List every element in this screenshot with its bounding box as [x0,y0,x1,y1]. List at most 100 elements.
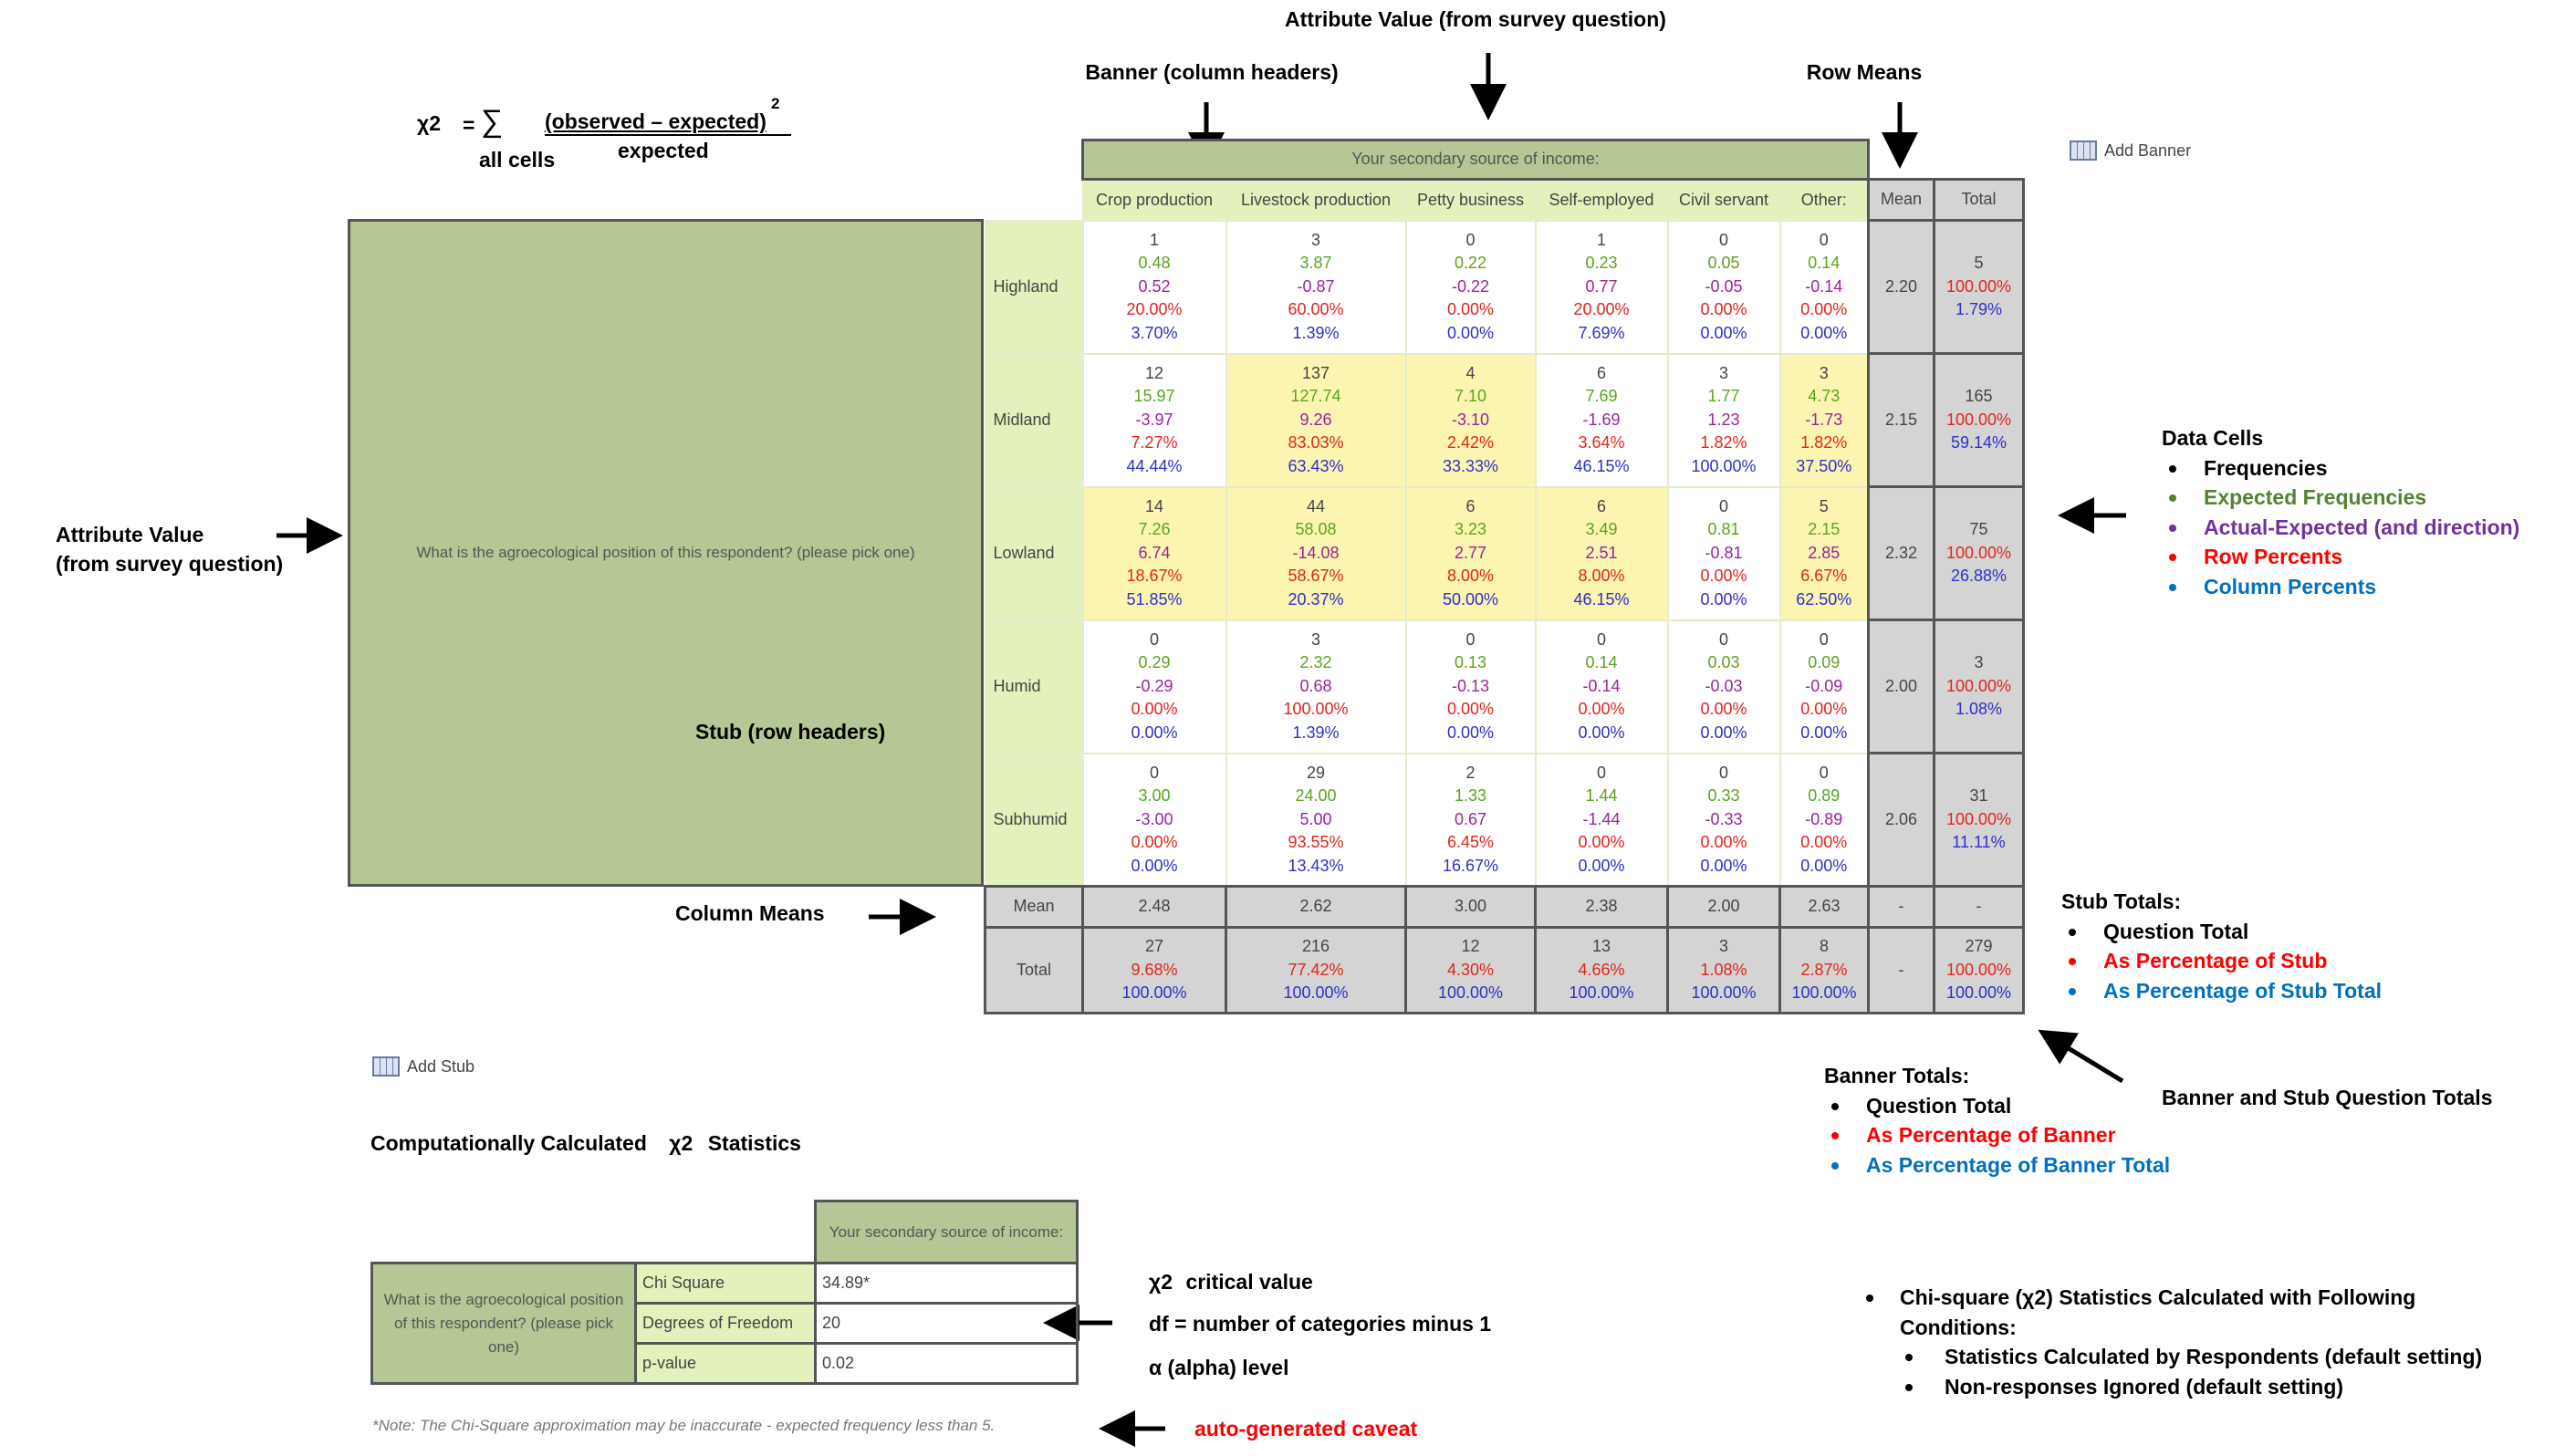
cell-value-1: 0.89 [1808,786,1841,805]
cell-value-2: 0.68 [1299,676,1332,695]
row-total-value-0: 31 [1969,786,1988,806]
cell-value-2: -1.44 [1582,809,1621,828]
data-cell: 0 0.05 -0.05 0.00% 0.00% [1666,219,1781,355]
row-total: 31 100.00% 11.11% [1933,752,2025,888]
column-total-value-0: 27 [1144,937,1164,956]
cell-value-0: 1 [1149,230,1159,249]
grand-total-value-1: 100.00% [1945,960,2012,979]
data-cell: 6 7.69 -1.69 3.64% 46.15% [1534,352,1669,488]
annotation-attribute-value-left: Attribute Value (from survey question) [56,523,284,576]
cell-value-1: 127.74 [1290,387,1341,406]
cell-value-4: 0.00% [1578,856,1625,875]
chi-square-value: 34.89* [814,1262,1079,1305]
cell-value-3: 18.67% [1126,567,1183,586]
column-total-value-2: 100.00% [1121,983,1187,1003]
row-total: 75 100.00% 26.88% [1933,485,2025,621]
cell-value-4: 7.69% [1578,323,1625,342]
legend-title: Data Cells [2162,426,2264,450]
cell-value-4: 13.43% [1288,856,1344,875]
add-stub-button[interactable]: Add Stub [372,1056,474,1076]
cell-value-4: 46.15% [1573,456,1630,475]
formula-sum-under: all cells [479,148,556,172]
cell-value-2: 0.77 [1585,276,1618,296]
cell-value-4: 0.00% [1578,723,1625,742]
bullet-icon [1831,1132,1839,1139]
computed-stats-label: Computationally Calculated [370,1131,647,1155]
total-row-label: Total [984,926,1084,1014]
annotation-alpha: α (alpha) level [1149,1356,1289,1379]
cell-value-2: -0.09 [1805,676,1843,695]
legend-item-label: Question Total [1866,1093,2012,1118]
row-total-value-1: 100.00% [1945,543,2012,562]
column-mean: 2.63 [1778,885,1870,929]
data-cell: 0 0.13 -0.13 0.00% 0.00% [1404,619,1537,754]
table-grid-icon [372,1056,400,1076]
bullet-icon [2169,554,2176,561]
cell-value-4: 0.00% [1446,723,1495,742]
cell-value-0: 0 [1718,496,1728,515]
annotation-attribute-value-top: Attribute Value (from survey question) [1285,7,1666,31]
cell-value-3: 100.00% [1283,700,1349,719]
add-banner-button[interactable]: Add Banner [2070,140,2191,161]
cell-value-3: 8.00% [1578,567,1625,586]
row-header: Lowland [984,485,1084,621]
cell-value-0: 0 [1819,629,1829,649]
cell-value-2: -0.05 [1705,276,1743,296]
cell-value-3: 1.82% [1700,433,1747,452]
cell-value-4: 100.00% [1691,456,1757,475]
legend-item: Question Total [2061,917,2382,947]
data-cell: 0 0.33 -0.33 0.00% 0.00% [1666,752,1781,888]
cell-value-2: 0.67 [1454,809,1487,828]
column-header: Self-employed [1534,178,1669,222]
grand-total-value-2: 100.00% [1945,983,2012,1003]
row-total-value-2: 11.11% [1952,833,2006,852]
cell-value-4: 0.00% [1800,856,1848,875]
cell-value-3: 3.64% [1578,433,1625,452]
cell-value-2: 2.85 [1808,543,1841,562]
data-cell: 3 4.73 -1.73 1.82% 37.50% [1778,352,1870,488]
table-row: Highland 1 0.48 0.52 20.00% 3.70% 3 3.87 -0.87 60… [984,219,2025,355]
data-cell: 0 0.81 -0.81 0.00% 0.00% [1666,485,1781,621]
cell-value-1: 0.22 [1454,254,1487,273]
chi-square-label: Chi Square [634,1262,817,1305]
column-total-value-1: 4.30% [1446,960,1495,979]
column-mean: 2.38 [1534,885,1669,929]
column-total-value-2: 100.00% [1569,983,1634,1003]
bullet-icon [1831,1161,1839,1170]
cell-value-3: 0.00% [1700,700,1747,719]
grand-total-value-0: 279 [1965,937,1993,956]
cell-value-1: 0.48 [1138,254,1171,273]
cell-value-1: 7.10 [1454,387,1487,406]
legend-stub-totals: Stub Totals: Question Total As Percentage … [2061,887,2382,1005]
cell-value-0: 29 [1306,763,1326,782]
cell-value-0: 4 [1465,363,1476,382]
legend-item-label: As Percentage of Stub [2103,949,2328,972]
add-stub-label: Add Stub [407,1056,475,1076]
row-mean: 2.06 [1867,752,1935,888]
cell-value-2: 2.77 [1454,543,1487,562]
cell-value-2: 9.26 [1299,410,1332,429]
column-total-value-2: 100.00% [1437,983,1504,1003]
cell-value-2: -1.73 [1805,410,1843,429]
legend-item: As Percentage of Stub [2061,946,2382,976]
cell-value-4: 33.33% [1442,456,1499,475]
column-total-value-2: 100.00% [1791,983,1857,1003]
bullet-icon [2169,494,2176,502]
condition-item: Non-responses Ignored (default setting) [1945,1374,2344,1399]
column-total: 27 9.68% 100.00% [1081,926,1227,1014]
mean-row-label: Mean [984,885,1084,929]
data-cell: 6 3.49 2.51 8.00% 46.15% [1534,485,1669,621]
column-total: 12 4.30% 100.00% [1404,926,1537,1014]
column-total-value-2: 100.00% [1691,983,1757,1003]
legend-data-cells: Data Cells Frequencies Expected Frequencie… [2162,423,2519,601]
cell-value-1: 0.14 [1585,653,1618,672]
cell-value-1: 3.87 [1299,254,1332,273]
row-mean: 2.32 [1867,485,1935,621]
legend-item: Expected Frequencies [2162,483,2519,513]
legend-item: Row Percents [2162,542,2519,572]
cell-value-4: 0.00% [1700,323,1747,342]
cell-value-2: -0.13 [1451,676,1490,695]
cell-value-0: 3 [1310,629,1320,649]
data-cell: 3 2.32 0.68 100.00% 1.39% [1225,619,1407,754]
computed-stats-suffix: Statistics [707,1131,801,1155]
